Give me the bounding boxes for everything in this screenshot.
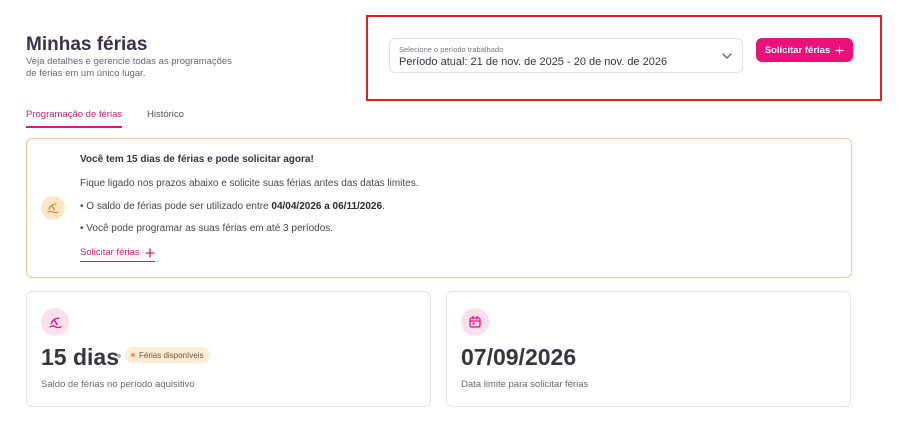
period-select-label: Selecione o período trabalhado <box>399 45 504 54</box>
vacation-days-value: 15 dias <box>41 344 119 370</box>
alert-periods-note: • Você pode programar as suas férias em … <box>80 223 334 234</box>
alert-balance-period: • O saldo de férias pode ser utilizado e… <box>80 201 385 212</box>
calendar-icon <box>461 308 489 336</box>
vacation-balance-card: 15 dias Férias disponíveis Saldo de féri… <box>26 291 431 407</box>
deadline-card: 07/09/2026 Data limite para solicitar fé… <box>446 291 851 407</box>
balance-date-range: 04/04/2026 a 06/11/2026 <box>271 201 383 212</box>
page-title: Minhas férias <box>26 34 148 55</box>
request-vacation-button[interactable]: Solicitar férias <box>756 38 853 62</box>
badge-dot <box>131 353 135 357</box>
deadline-date-value: 07/09/2026 <box>461 344 577 370</box>
period-select-value: Período atual: 21 de nov. de 2025 - 20 d… <box>399 56 668 68</box>
vacation-alert-card: Você tem 15 dias de férias e pode solici… <box>26 138 852 278</box>
beach-icon <box>41 308 69 336</box>
alert-title: Você tem 15 dias de férias e pode solici… <box>80 154 314 165</box>
chevron-down-icon <box>722 53 732 59</box>
page-description: Veja detalhes e gerencie todas as progra… <box>26 56 232 79</box>
deadline-caption: Data limite para solicitar férias <box>461 379 589 390</box>
status-badge: Férias disponíveis <box>125 347 211 363</box>
tab-vacation-schedule[interactable]: Programação de férias <box>26 109 123 128</box>
alert-deadline-note: Fique ligado nos prazos abaixo e solicit… <box>80 178 419 189</box>
vacation-balance-caption: Saldo de férias no período aquisitivo <box>41 379 195 390</box>
period-select[interactable]: Selecione o período trabalhado Período a… <box>389 38 743 73</box>
tab-history[interactable]: Histórico <box>147 109 184 120</box>
request-vacation-link-label: Solicitar férias <box>80 247 140 258</box>
status-badge-label: Férias disponíveis <box>139 350 204 360</box>
beach-icon <box>41 196 65 220</box>
request-vacation-link[interactable]: Solicitar férias <box>80 247 155 262</box>
separator-dot <box>117 354 121 358</box>
request-vacation-button-label: Solicitar férias <box>764 44 831 56</box>
plus-icon <box>835 45 844 55</box>
plus-icon <box>145 247 155 258</box>
